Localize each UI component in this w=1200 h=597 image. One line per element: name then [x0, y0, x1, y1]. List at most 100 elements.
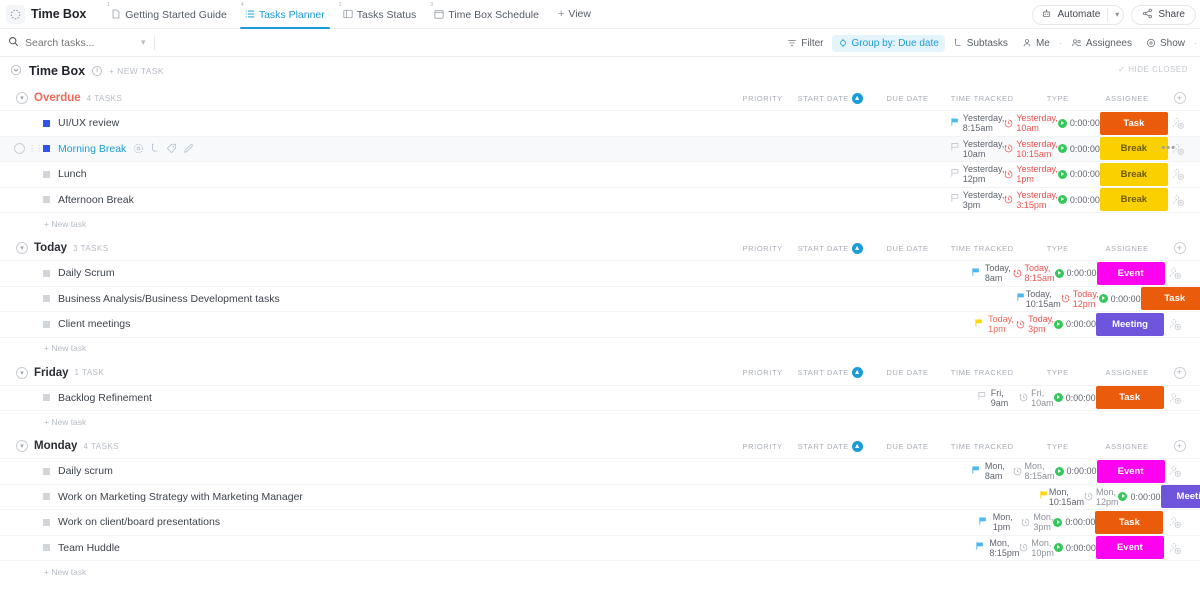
start-date-cell[interactable]: Yesterday, 12pm [963, 162, 1005, 187]
status-indicator[interactable] [43, 493, 50, 501]
type-cell[interactable]: Task [1095, 510, 1164, 535]
type-cell[interactable]: Event [1096, 459, 1165, 484]
column-header-start-date[interactable]: Start date ▲ [789, 92, 871, 104]
add-assignee-icon[interactable] [1168, 391, 1182, 405]
task-name-cell[interactable]: ⋮⋮Work on Marketing Strategy with Market… [0, 485, 303, 510]
play-icon[interactable] [1054, 268, 1064, 278]
column-header-priority[interactable]: Priority [736, 368, 789, 377]
collapse-group-icon[interactable]: ▾ [16, 366, 28, 379]
time-tracked-cell[interactable]: 0:00:00 [1053, 536, 1096, 561]
add-column-button[interactable]: + [1159, 440, 1200, 452]
collapse-group-icon[interactable]: ▾ [16, 92, 28, 104]
status-indicator[interactable] [43, 170, 50, 178]
priority-cell[interactable] [946, 162, 962, 187]
play-icon[interactable] [1118, 492, 1128, 502]
add-assignee-icon[interactable] [1171, 167, 1185, 181]
add-new-task-row[interactable]: + New task [0, 212, 1200, 234]
add-new-task-row[interactable]: + New task [0, 410, 1200, 432]
time-tracked-cell[interactable]: 0:00:00 [1057, 111, 1100, 136]
table-row[interactable]: ⋮⋮UI/UX review Yesterday, 8:15am Yesterday… [0, 110, 1200, 136]
assignee-cell[interactable] [1168, 188, 1188, 213]
column-header-time-tracked[interactable]: Time tracked [944, 442, 1020, 451]
time-tracked-cell[interactable]: 0:00:00 [1057, 162, 1100, 187]
add-new-task-row[interactable]: + New task [0, 336, 1200, 359]
priority-cell[interactable] [946, 188, 962, 213]
collapse-group-icon[interactable]: ▾ [16, 242, 28, 254]
tag-icon[interactable] [166, 143, 177, 154]
task-name-cell[interactable]: ⋮⋮UI/UX review [0, 111, 210, 136]
search-input[interactable] [25, 36, 135, 49]
add-assignee-icon[interactable] [1171, 116, 1185, 130]
play-icon[interactable] [1057, 195, 1067, 205]
task-name-cell[interactable]: ⋮⋮ Morning Break [0, 137, 210, 162]
chevron-down-icon[interactable]: ▾ [141, 37, 146, 48]
toolbar-me[interactable]: Me [1016, 35, 1056, 52]
status-indicator[interactable] [43, 320, 50, 328]
status-indicator[interactable] [43, 394, 50, 402]
add-assignee-icon[interactable] [1168, 541, 1182, 555]
type-cell[interactable]: Break [1099, 188, 1168, 213]
play-icon[interactable] [1057, 118, 1067, 128]
new-task-button[interactable]: + NEW TASK [109, 66, 164, 76]
add-new-task-row[interactable]: + New task [0, 560, 1200, 582]
due-date-cell[interactable]: Mon, 3pm [1021, 510, 1053, 535]
priority-cell[interactable] [1016, 287, 1026, 312]
due-date-cell[interactable]: Today, 12pm [1061, 287, 1099, 312]
row-menu-button[interactable]: ••• [1161, 137, 1176, 162]
table-row[interactable]: ⋮⋮Lunch Yesterday, 12pm Yesterday, 1pm 0:00… [0, 161, 1200, 187]
column-header-type[interactable]: Type [1020, 368, 1095, 377]
due-date-cell[interactable]: Today, 8:15am [1013, 261, 1055, 286]
status-indicator[interactable] [43, 145, 50, 153]
task-name-cell[interactable]: ⋮⋮Afternoon Break [0, 188, 210, 213]
table-row[interactable]: ⋮⋮Backlog Refinement Fri, 9am Fri, 10am 0:0… [0, 384, 1200, 411]
task-name-cell[interactable]: ⋮⋮Team Huddle [0, 536, 235, 561]
arrow-up-icon[interactable]: ▲ [851, 242, 863, 254]
table-row[interactable]: ⋮⋮Afternoon Break Yesterday, 3pm Yesterday… [0, 186, 1200, 213]
play-icon[interactable] [1054, 466, 1064, 476]
status-indicator[interactable] [43, 119, 50, 127]
time-tracked-cell[interactable]: 0:00:00 [1053, 510, 1095, 535]
search-box[interactable]: ▾ [8, 34, 146, 52]
table-row[interactable]: ⋮⋮ Morning Break Yesterday, 10am Yesterday,… [0, 135, 1200, 162]
priority-cell[interactable] [967, 459, 985, 484]
time-tracked-cell[interactable]: 0:00:00 [1118, 485, 1161, 510]
toolbar-group-by-due-date[interactable]: Group by: Due date [831, 34, 945, 52]
due-date-cell[interactable]: Yesterday, 10am [1004, 111, 1058, 136]
play-icon[interactable] [1053, 543, 1063, 553]
time-tracked-cell[interactable]: 0:00:00 [1054, 261, 1097, 286]
column-header-priority[interactable]: Priority [736, 442, 789, 451]
due-date-cell[interactable]: Yesterday, 10:15am [1004, 137, 1058, 162]
time-tracked-cell[interactable]: 0:00:00 [1054, 459, 1097, 484]
status-indicator[interactable] [43, 467, 50, 475]
column-header-start-date[interactable]: Start date ▲ [789, 440, 871, 452]
arrow-up-icon[interactable]: ▲ [851, 92, 863, 104]
start-date-cell[interactable]: Mon, 10:15am [1049, 485, 1084, 510]
play-icon[interactable] [1057, 144, 1067, 154]
status-indicator[interactable] [43, 196, 50, 204]
due-date-cell[interactable]: Mon, 8:15am [1013, 459, 1055, 484]
toolbar-show[interactable]: Show [1140, 35, 1191, 52]
play-icon[interactable] [1053, 517, 1063, 527]
tab-tasks-planner[interactable]: 4 Tasks Planner [236, 0, 334, 29]
add-assignee-icon[interactable] [1171, 193, 1185, 207]
priority-cell[interactable] [974, 510, 993, 535]
column-header-assignee[interactable]: Assignee [1095, 94, 1159, 103]
add-assignee-icon[interactable] [1168, 464, 1182, 478]
due-date-cell[interactable]: Yesterday, 3:15pm [1004, 188, 1058, 213]
priority-cell[interactable] [946, 111, 962, 136]
toolbar-assignees[interactable]: Assignees [1065, 35, 1138, 52]
column-header-type[interactable]: Type [1020, 94, 1095, 103]
assignee-cell[interactable] [1168, 162, 1188, 187]
play-icon[interactable] [1054, 319, 1064, 329]
assignee-cell[interactable] [1163, 510, 1185, 535]
priority-cell[interactable] [972, 386, 990, 411]
start-date-cell[interactable]: Mon, 1pm [993, 510, 1022, 535]
expand-circle-icon[interactable] [133, 143, 144, 154]
start-date-cell[interactable]: Mon, 8:15pm [989, 536, 1019, 561]
column-header-assignee[interactable]: Assignee [1095, 244, 1159, 253]
start-date-cell[interactable]: Today, 8am [985, 261, 1013, 286]
tab-getting-started-guide[interactable]: 1 Getting Started Guide [102, 0, 236, 29]
task-name-cell[interactable]: ⋮⋮Lunch [0, 162, 210, 187]
column-header-time-tracked[interactable]: Time tracked [944, 244, 1020, 253]
type-cell[interactable]: Task [1095, 386, 1164, 411]
